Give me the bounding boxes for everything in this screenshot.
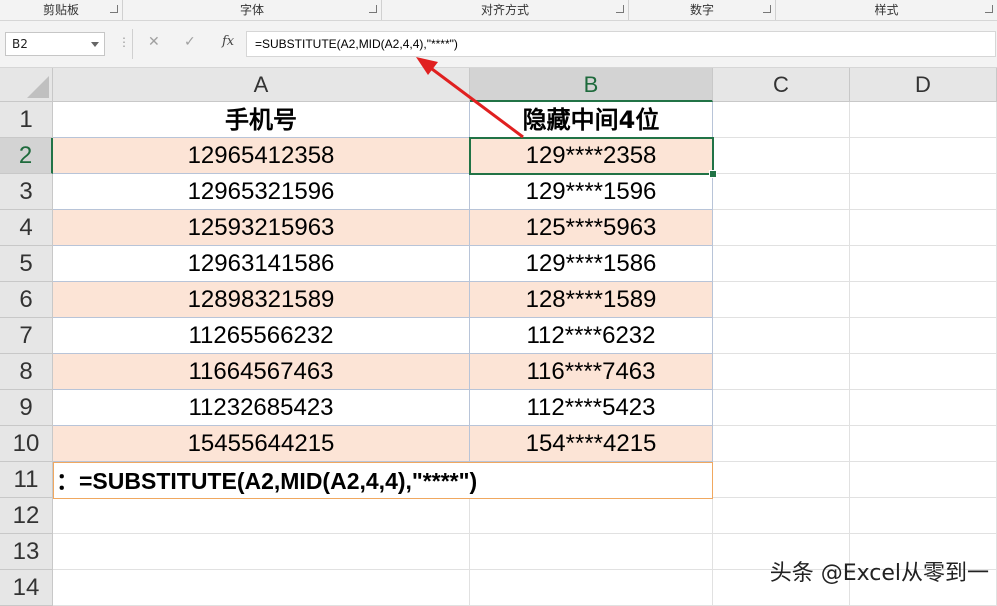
row-header[interactable]: 9 bbox=[0, 390, 53, 426]
cell-phone[interactable]: 12593215963 bbox=[53, 210, 470, 246]
grid-cell[interactable] bbox=[850, 210, 997, 246]
cell-phone[interactable]: 12963141586 bbox=[53, 246, 470, 282]
grid-cell[interactable] bbox=[850, 354, 997, 390]
row-header[interactable]: 6 bbox=[0, 282, 53, 318]
ribbon-group-label: 字体 bbox=[239, 3, 264, 17]
cell-masked[interactable]: 129****1586 bbox=[470, 246, 713, 282]
dialog-launcher-icon[interactable] bbox=[369, 5, 377, 13]
formula-input[interactable]: =SUBSTITUTE(A2,MID(A2,4,4),"****") bbox=[246, 31, 996, 57]
grid-cell[interactable] bbox=[850, 282, 997, 318]
grid-cell[interactable] bbox=[850, 138, 997, 174]
grid-cell[interactable] bbox=[713, 498, 850, 534]
grid-cell[interactable] bbox=[53, 534, 470, 570]
grid-cell[interactable] bbox=[713, 102, 850, 138]
name-box[interactable]: B2 bbox=[5, 32, 105, 56]
grid-cell[interactable] bbox=[713, 138, 850, 174]
cell-phone[interactable]: 15455644215 bbox=[53, 426, 470, 462]
watermark: 头条 @Excel从零到一 bbox=[769, 561, 989, 586]
enter-icon[interactable]: ✓ bbox=[184, 34, 196, 50]
grid-cell[interactable] bbox=[850, 246, 997, 282]
cell-a1-header[interactable]: 手机号 bbox=[53, 102, 470, 138]
grid-cell[interactable] bbox=[850, 390, 997, 426]
insert-function-icon[interactable]: fx bbox=[222, 34, 234, 49]
name-box-value: B2 bbox=[12, 37, 28, 51]
ribbon-group-label: 剪贴板 bbox=[42, 3, 79, 17]
row-header[interactable]: 2 bbox=[0, 138, 53, 174]
ribbon-group-number: 数字 bbox=[629, 0, 776, 20]
grid-cell[interactable] bbox=[470, 534, 713, 570]
formula-bar: B2 ⋮ ✕ ✓ fx =SUBSTITUTE(A2,MID(A2,4,4),"… bbox=[0, 21, 997, 68]
formula-bar-divider bbox=[132, 29, 133, 59]
grid-cell[interactable] bbox=[713, 174, 850, 210]
row-header[interactable]: 10 bbox=[0, 426, 53, 462]
row-header[interactable]: 1 bbox=[0, 102, 53, 138]
fill-handle[interactable] bbox=[709, 170, 717, 178]
drag-handle-icon[interactable]: ⋮ bbox=[118, 35, 130, 49]
grid-cell[interactable] bbox=[53, 498, 470, 534]
dialog-launcher-icon[interactable] bbox=[616, 5, 624, 13]
cell-phone[interactable]: 11232685423 bbox=[53, 390, 470, 426]
ribbon-group-strip: 剪贴板 字体 对齐方式 数字 样式 bbox=[0, 0, 997, 21]
row-header[interactable]: 11 bbox=[0, 462, 53, 498]
grid-cell[interactable] bbox=[470, 498, 713, 534]
grid-cell[interactable] bbox=[713, 282, 850, 318]
cell-b1-header[interactable]: 隐藏中间4位 bbox=[470, 102, 713, 138]
dialog-launcher-icon[interactable] bbox=[763, 5, 771, 13]
dialog-launcher-icon[interactable] bbox=[985, 5, 993, 13]
grid-cell[interactable] bbox=[713, 246, 850, 282]
grid-cell[interactable] bbox=[713, 318, 850, 354]
grid-cell[interactable] bbox=[850, 462, 997, 498]
row-header[interactable]: 13 bbox=[0, 534, 53, 570]
cell-masked[interactable]: 112****6232 bbox=[470, 318, 713, 354]
column-header-c[interactable]: C bbox=[713, 68, 850, 102]
dialog-launcher-icon[interactable] bbox=[110, 5, 118, 13]
cell-phone[interactable]: 11664567463 bbox=[53, 354, 470, 390]
grid-cell[interactable] bbox=[850, 174, 997, 210]
grid-cell[interactable] bbox=[850, 318, 997, 354]
ribbon-group-label: 样式 bbox=[874, 3, 899, 17]
cell-masked[interactable]: 116****7463 bbox=[470, 354, 713, 390]
row-header[interactable]: 8 bbox=[0, 354, 53, 390]
select-all-corner[interactable] bbox=[0, 68, 53, 102]
row-header[interactable]: 12 bbox=[0, 498, 53, 534]
grid-cell[interactable] bbox=[713, 390, 850, 426]
column-header-d[interactable]: D bbox=[850, 68, 997, 102]
cell-masked[interactable]: 129****2358 bbox=[470, 138, 713, 174]
row-header[interactable]: 7 bbox=[0, 318, 53, 354]
ribbon-group-label: 数字 bbox=[689, 3, 714, 17]
ribbon-group-font: 字体 bbox=[123, 0, 382, 20]
row-header[interactable]: 5 bbox=[0, 246, 53, 282]
cell-masked[interactable]: 128****1589 bbox=[470, 282, 713, 318]
grid-cell[interactable] bbox=[850, 426, 997, 462]
ribbon-group-styles: 样式 bbox=[776, 0, 997, 20]
cell-masked[interactable]: 125****5963 bbox=[470, 210, 713, 246]
grid-cell[interactable] bbox=[713, 354, 850, 390]
chevron-down-icon[interactable] bbox=[91, 42, 99, 47]
row-header[interactable]: 4 bbox=[0, 210, 53, 246]
ribbon-group-label: 对齐方式 bbox=[480, 3, 529, 17]
cell-phone[interactable]: 12965321596 bbox=[53, 174, 470, 210]
grid-cell[interactable] bbox=[713, 462, 850, 498]
cell-phone[interactable]: 11265566232 bbox=[53, 318, 470, 354]
cell-phone[interactable]: 12965412358 bbox=[53, 138, 470, 174]
ribbon-group-clipboard: 剪贴板 bbox=[0, 0, 123, 20]
grid-cell[interactable] bbox=[713, 426, 850, 462]
cell-masked[interactable]: 154****4215 bbox=[470, 426, 713, 462]
cell-masked[interactable]: 112****5423 bbox=[470, 390, 713, 426]
grid-cell[interactable] bbox=[713, 210, 850, 246]
grid-cell[interactable] bbox=[850, 498, 997, 534]
column-header-b[interactable]: B bbox=[470, 68, 713, 102]
column-header-a[interactable]: A bbox=[53, 68, 470, 102]
select-all-icon bbox=[27, 76, 49, 98]
grid-cell[interactable] bbox=[850, 102, 997, 138]
cancel-icon[interactable]: ✕ bbox=[148, 34, 160, 50]
ribbon-group-alignment: 对齐方式 bbox=[382, 0, 629, 20]
row-header[interactable]: 3 bbox=[0, 174, 53, 210]
formula-note-cell[interactable]: ：=SUBSTITUTE(A2,MID(A2,4,4),"****") bbox=[53, 462, 713, 499]
cell-phone[interactable]: 12898321589 bbox=[53, 282, 470, 318]
cell-masked[interactable]: 129****1596 bbox=[470, 174, 713, 210]
